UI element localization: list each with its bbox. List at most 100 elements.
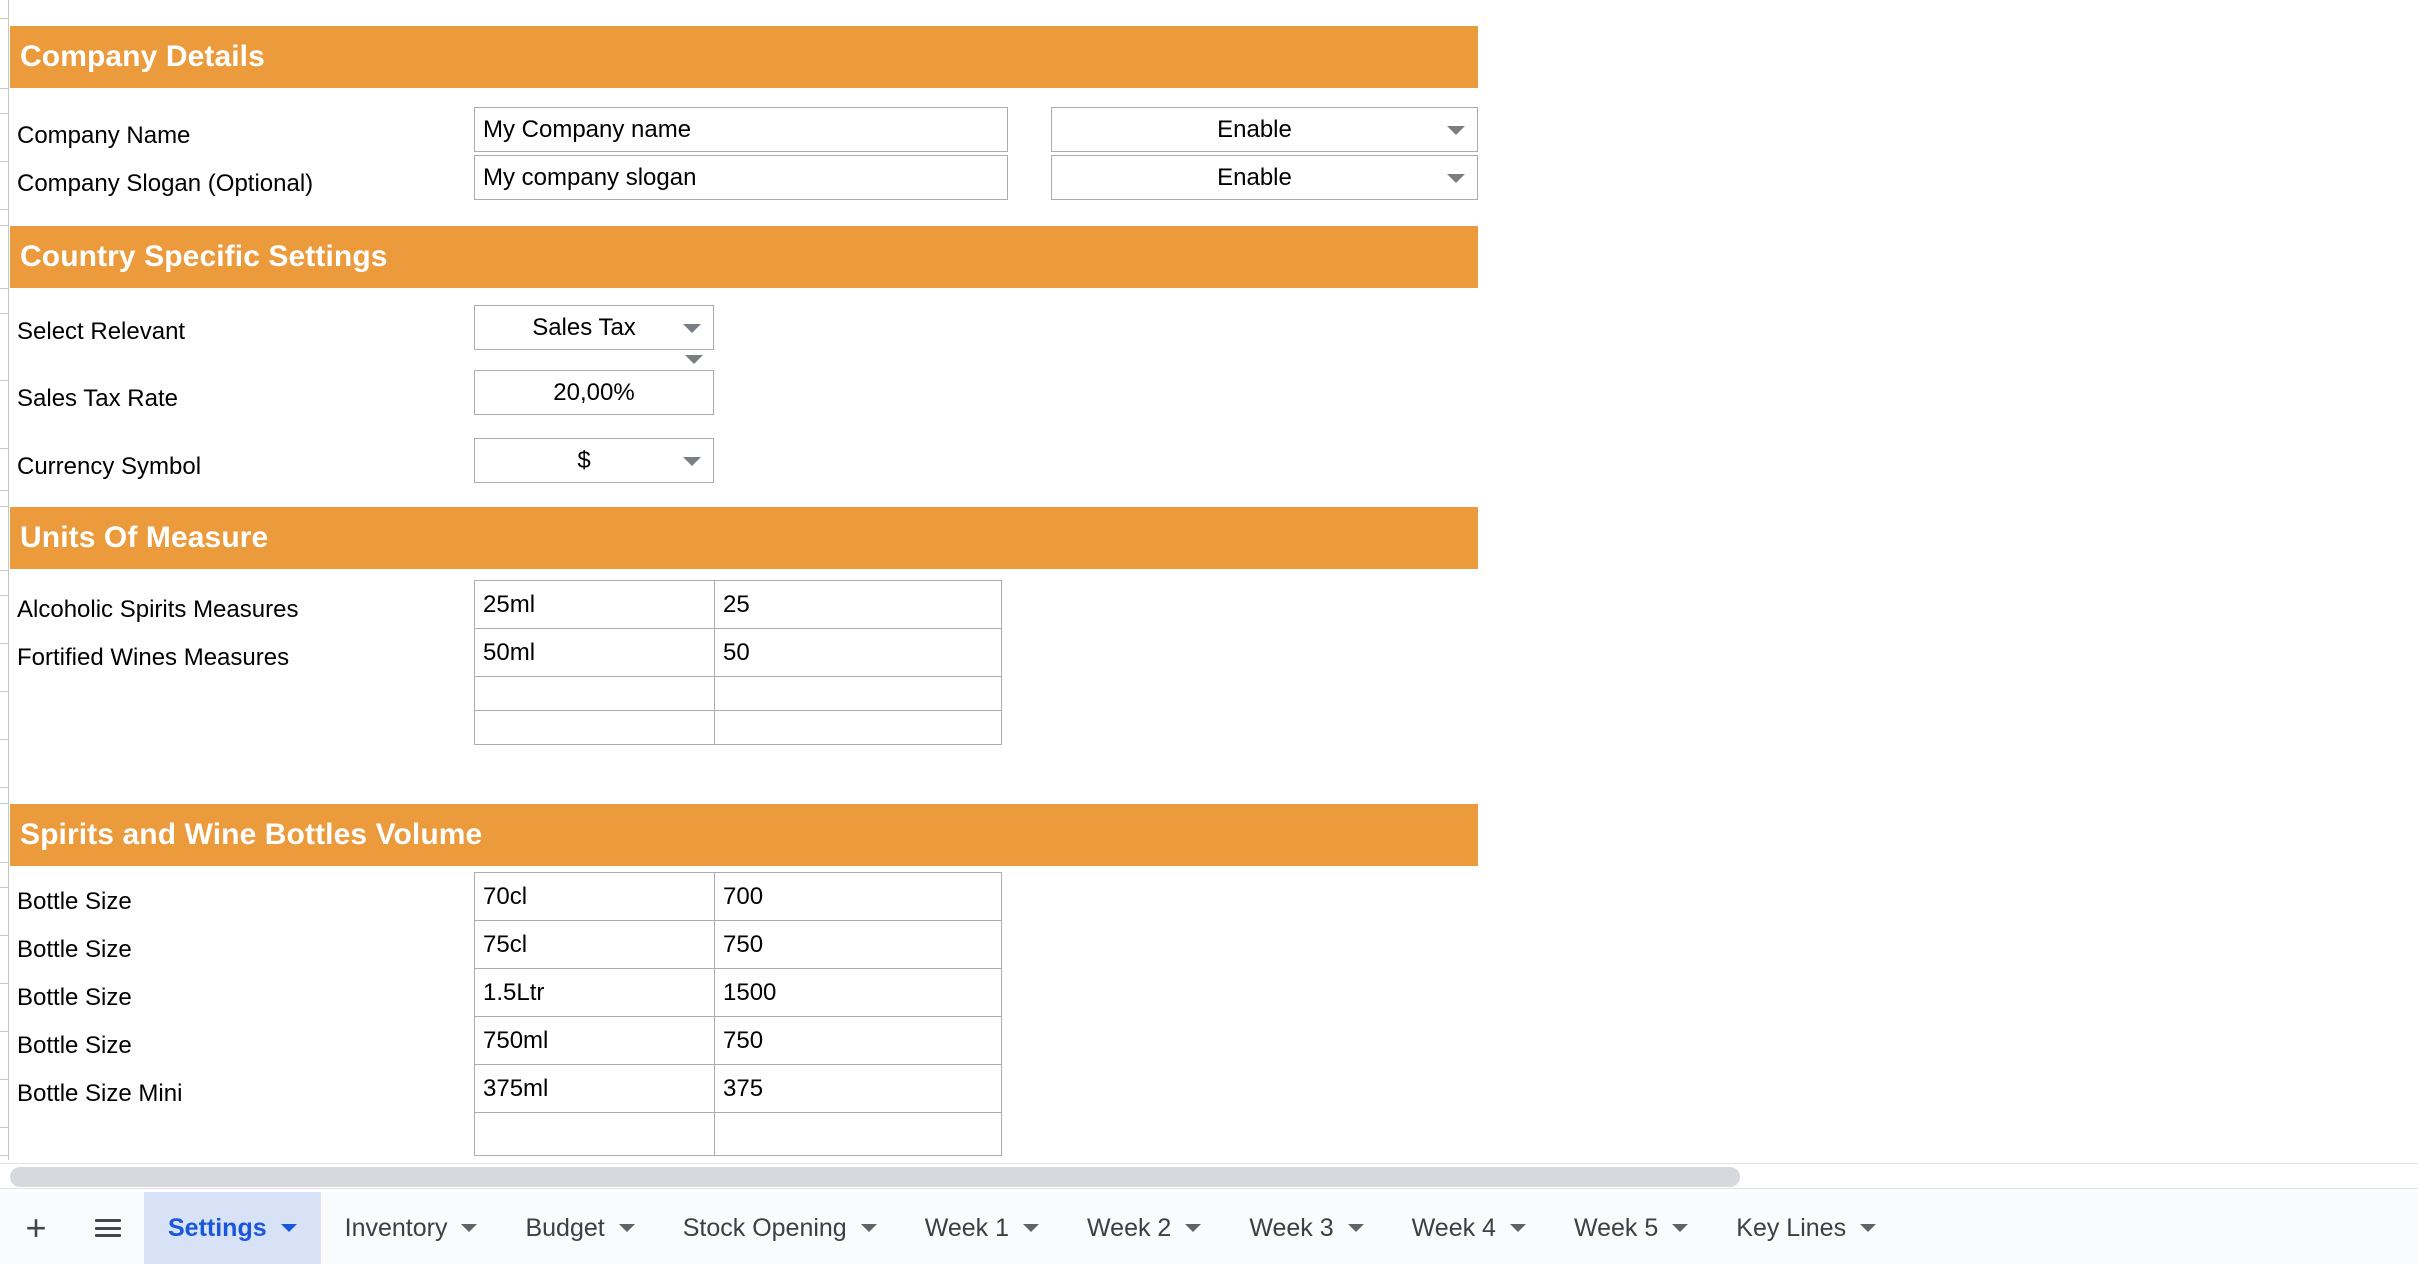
label-bottle-size-2: Bottle Size [17, 936, 132, 963]
cell-amount[interactable]: 25 [715, 581, 1001, 628]
dropdown-company-name-enable[interactable]: Enable [1051, 107, 1478, 152]
chevron-down-icon[interactable] [1185, 1224, 1202, 1232]
cell-unit[interactable]: 50ml [475, 629, 715, 676]
sheet-tab-inventory[interactable]: Inventory [321, 1192, 502, 1264]
cell-amount[interactable]: 1500 [715, 969, 1001, 1016]
dropdown-select-relevant[interactable]: Sales Tax [474, 305, 714, 350]
cell-unit[interactable] [475, 1113, 715, 1155]
sheet-tab-label: Inventory [344, 1213, 448, 1242]
input-sales-tax-rate[interactable]: 20,00% [474, 370, 714, 415]
sheet-tab-week-3[interactable]: Week 3 [1225, 1192, 1387, 1264]
table-row[interactable]: 1.5Ltr 1500 [475, 969, 1001, 1017]
label-company-name: Company Name [17, 122, 191, 149]
sheet-tab-label: Week 3 [1249, 1213, 1334, 1242]
horizontal-scrollbar[interactable] [0, 1163, 2418, 1189]
hamburger-icon [95, 1219, 121, 1237]
label-company-slogan: Company Slogan (Optional) [17, 170, 314, 197]
chevron-down-icon[interactable] [280, 1224, 297, 1232]
sheet-tab-week-2[interactable]: Week 2 [1063, 1192, 1225, 1264]
input-company-name[interactable]: My Company name [474, 107, 1008, 152]
cell-unit[interactable]: 70cl [475, 873, 715, 920]
cell-unit[interactable] [475, 711, 715, 744]
sheet-tab-settings[interactable]: Settings [144, 1192, 321, 1264]
label-alcoholic-spirits-measures: Alcoholic Spirits Measures [17, 596, 299, 623]
sheet-tab-label: Week 5 [1573, 1213, 1659, 1242]
cell-unit[interactable]: 1.5Ltr [475, 969, 715, 1016]
label-currency-symbol: Currency Symbol [17, 453, 202, 480]
sheet-tab-week-5[interactable]: Week 5 [1550, 1192, 1712, 1264]
section-title: Country Specific Settings [20, 240, 388, 273]
section-title: Company Details [20, 40, 265, 73]
spreadsheet-app: Company Details Company Name My Company … [0, 0, 2418, 1264]
table-row[interactable]: 50ml 50 [475, 629, 1001, 677]
sheet-tab-stock-opening[interactable]: Stock Opening [659, 1192, 901, 1264]
cell-amount[interactable]: 750 [715, 921, 1001, 968]
units-of-measure-table[interactable]: 25ml 25 50ml 50 [474, 580, 1002, 745]
plus-icon: + [25, 1207, 47, 1248]
section-header-company-details: Company Details [10, 26, 1478, 88]
sheet-tab-label: Key Lines [1736, 1213, 1847, 1242]
chevron-down-icon[interactable] [1509, 1224, 1526, 1232]
table-row[interactable]: 25ml 25 [475, 581, 1001, 629]
sheet-tab-label: Settings [168, 1213, 267, 1242]
label-bottle-size-mini: Bottle Size Mini [17, 1080, 183, 1107]
chevron-down-icon-overflow[interactable] [685, 355, 703, 364]
table-row[interactable]: 375ml 375 [475, 1065, 1001, 1113]
sheet-tab-label: Budget [525, 1213, 605, 1242]
dropdown-currency-symbol[interactable]: $ [474, 438, 714, 483]
sheet-tab-label: Week 4 [1411, 1213, 1496, 1242]
dropdown-value: Sales Tax [532, 313, 636, 341]
chevron-down-icon[interactable] [1023, 1224, 1040, 1232]
sheet-tab-label: Week 2 [1087, 1213, 1172, 1242]
chevron-down-icon [683, 456, 701, 466]
cell-unit[interactable] [475, 677, 715, 710]
row-header-gutter [0, 0, 9, 1160]
add-sheet-button[interactable]: + [0, 1192, 72, 1264]
table-row[interactable]: 750ml 750 [475, 1017, 1001, 1065]
sheet-grid-area[interactable]: Company Details Company Name My Company … [0, 0, 2418, 1160]
chevron-down-icon[interactable] [860, 1224, 877, 1232]
bottle-volume-table[interactable]: 70cl 700 75cl 750 1.5Ltr 1500 750ml 750 … [474, 872, 1002, 1156]
cell-amount[interactable]: 750 [715, 1017, 1001, 1064]
table-row[interactable]: 70cl 700 [475, 873, 1001, 921]
input-company-slogan[interactable]: My company slogan [474, 155, 1008, 200]
horizontal-scrollbar-thumb[interactable] [10, 1167, 1740, 1187]
chevron-down-icon[interactable] [1672, 1224, 1689, 1232]
all-sheets-button[interactable] [72, 1192, 144, 1264]
chevron-down-icon [683, 323, 701, 333]
sheet-tab-week-4[interactable]: Week 4 [1388, 1192, 1550, 1264]
table-row[interactable]: 75cl 750 [475, 921, 1001, 969]
sheet-tab-budget[interactable]: Budget [501, 1192, 658, 1264]
dropdown-company-slogan-enable[interactable]: Enable [1051, 155, 1478, 200]
chevron-down-icon [1447, 173, 1465, 183]
cell-amount[interactable] [715, 711, 1001, 744]
cell-amount[interactable] [715, 677, 1001, 710]
section-header-units-of-measure: Units Of Measure [10, 507, 1478, 569]
chevron-down-icon[interactable] [618, 1224, 635, 1232]
section-title: Units Of Measure [20, 521, 269, 554]
label-bottle-size-1: Bottle Size [17, 888, 132, 915]
section-header-spirits-and-wine-bottles-volume: Spirits and Wine Bottles Volume [10, 804, 1478, 866]
sheet-tab-week-1[interactable]: Week 1 [901, 1192, 1063, 1264]
label-bottle-size-4: Bottle Size [17, 1032, 132, 1059]
cell-unit[interactable]: 750ml [475, 1017, 715, 1064]
label-select-relevant: Select Relevant [17, 318, 186, 345]
cell-amount[interactable]: 50 [715, 629, 1001, 676]
sheet-tab-key-lines[interactable]: Key Lines [1712, 1192, 1900, 1264]
cell-amount[interactable]: 700 [715, 873, 1001, 920]
cell-amount[interactable] [715, 1113, 1001, 1155]
chevron-down-icon[interactable] [1860, 1224, 1877, 1232]
dropdown-value: Enable [1217, 115, 1292, 143]
chevron-down-icon[interactable] [1347, 1224, 1364, 1232]
table-row[interactable] [475, 711, 1001, 744]
table-row[interactable] [475, 677, 1001, 711]
cell-unit[interactable]: 25ml [475, 581, 715, 628]
table-row[interactable] [475, 1113, 1001, 1155]
chevron-down-icon[interactable] [461, 1224, 478, 1232]
sheet-tab-bar: + Settings Inventory Budget Stock Openin… [0, 1192, 2418, 1264]
label-fortified-wines-measures: Fortified Wines Measures [17, 644, 290, 671]
cell-amount[interactable]: 375 [715, 1065, 1001, 1112]
section-header-country-specific-settings: Country Specific Settings [10, 226, 1478, 288]
cell-unit[interactable]: 375ml [475, 1065, 715, 1112]
cell-unit[interactable]: 75cl [475, 921, 715, 968]
